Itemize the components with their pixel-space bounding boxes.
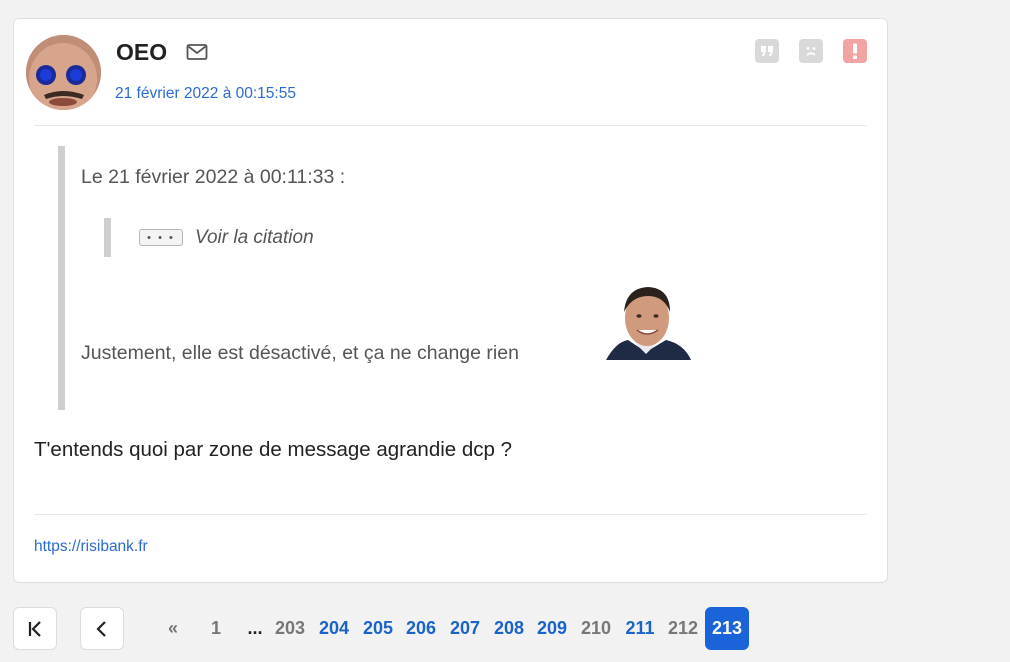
mail-icon[interactable] (186, 43, 208, 66)
avatar[interactable] (26, 35, 101, 110)
expand-quote-button[interactable]: • • • (139, 229, 183, 246)
quoted-text: Justement, elle est désactivé, et ça ne … (81, 342, 519, 364)
page-link-207[interactable]: 207 (446, 607, 484, 650)
page-link-209[interactable]: 209 (533, 607, 571, 650)
header-divider (34, 125, 867, 126)
pagination-prev-symbol[interactable]: « (165, 607, 181, 650)
page-link-208[interactable]: 208 (490, 607, 528, 650)
sad-face-icon[interactable] (799, 39, 823, 63)
first-page-icon (28, 620, 41, 637)
pagination-ellipsis: ... (247, 618, 263, 638)
page-current-213[interactable]: 213 (705, 607, 749, 650)
post-actions (755, 39, 867, 63)
page-link-206[interactable]: 206 (402, 607, 440, 650)
nested-quote: • • • Voir la citation (104, 218, 314, 257)
page-link-212[interactable]: 212 (664, 607, 702, 650)
show-quote-label[interactable]: Voir la citation (195, 227, 314, 249)
first-page-button[interactable] (13, 607, 57, 650)
page-link-203[interactable]: 203 (271, 607, 309, 650)
page-link-205[interactable]: 205 (359, 607, 397, 650)
quote-icon[interactable] (755, 39, 779, 63)
chevron-left-icon (96, 620, 106, 637)
quote-header: Le 21 février 2022 à 00:11:33 : (81, 166, 346, 188)
previous-page-button[interactable] (80, 607, 124, 650)
page-link-1[interactable]: 1 (205, 607, 227, 650)
forum-post: OEO 21 février 2022 à 00:15:55 Le 21 fév… (13, 18, 888, 583)
page-link-204[interactable]: 204 (315, 607, 353, 650)
signature-link[interactable]: https://risibank.fr (34, 538, 148, 556)
page-link-211[interactable]: 211 (621, 607, 659, 650)
alert-icon[interactable] (843, 39, 867, 63)
post-date-link[interactable]: 21 février 2022 à 00:15:55 (115, 85, 296, 103)
username[interactable]: OEO (116, 39, 167, 66)
blockquote: Le 21 février 2022 à 00:11:33 : • • • Vo… (58, 146, 691, 410)
sticker-image (606, 282, 691, 360)
page-link-210[interactable]: 210 (577, 607, 615, 650)
signature-divider (34, 514, 867, 515)
post-message: T'entends quoi par zone de message agran… (34, 438, 513, 461)
